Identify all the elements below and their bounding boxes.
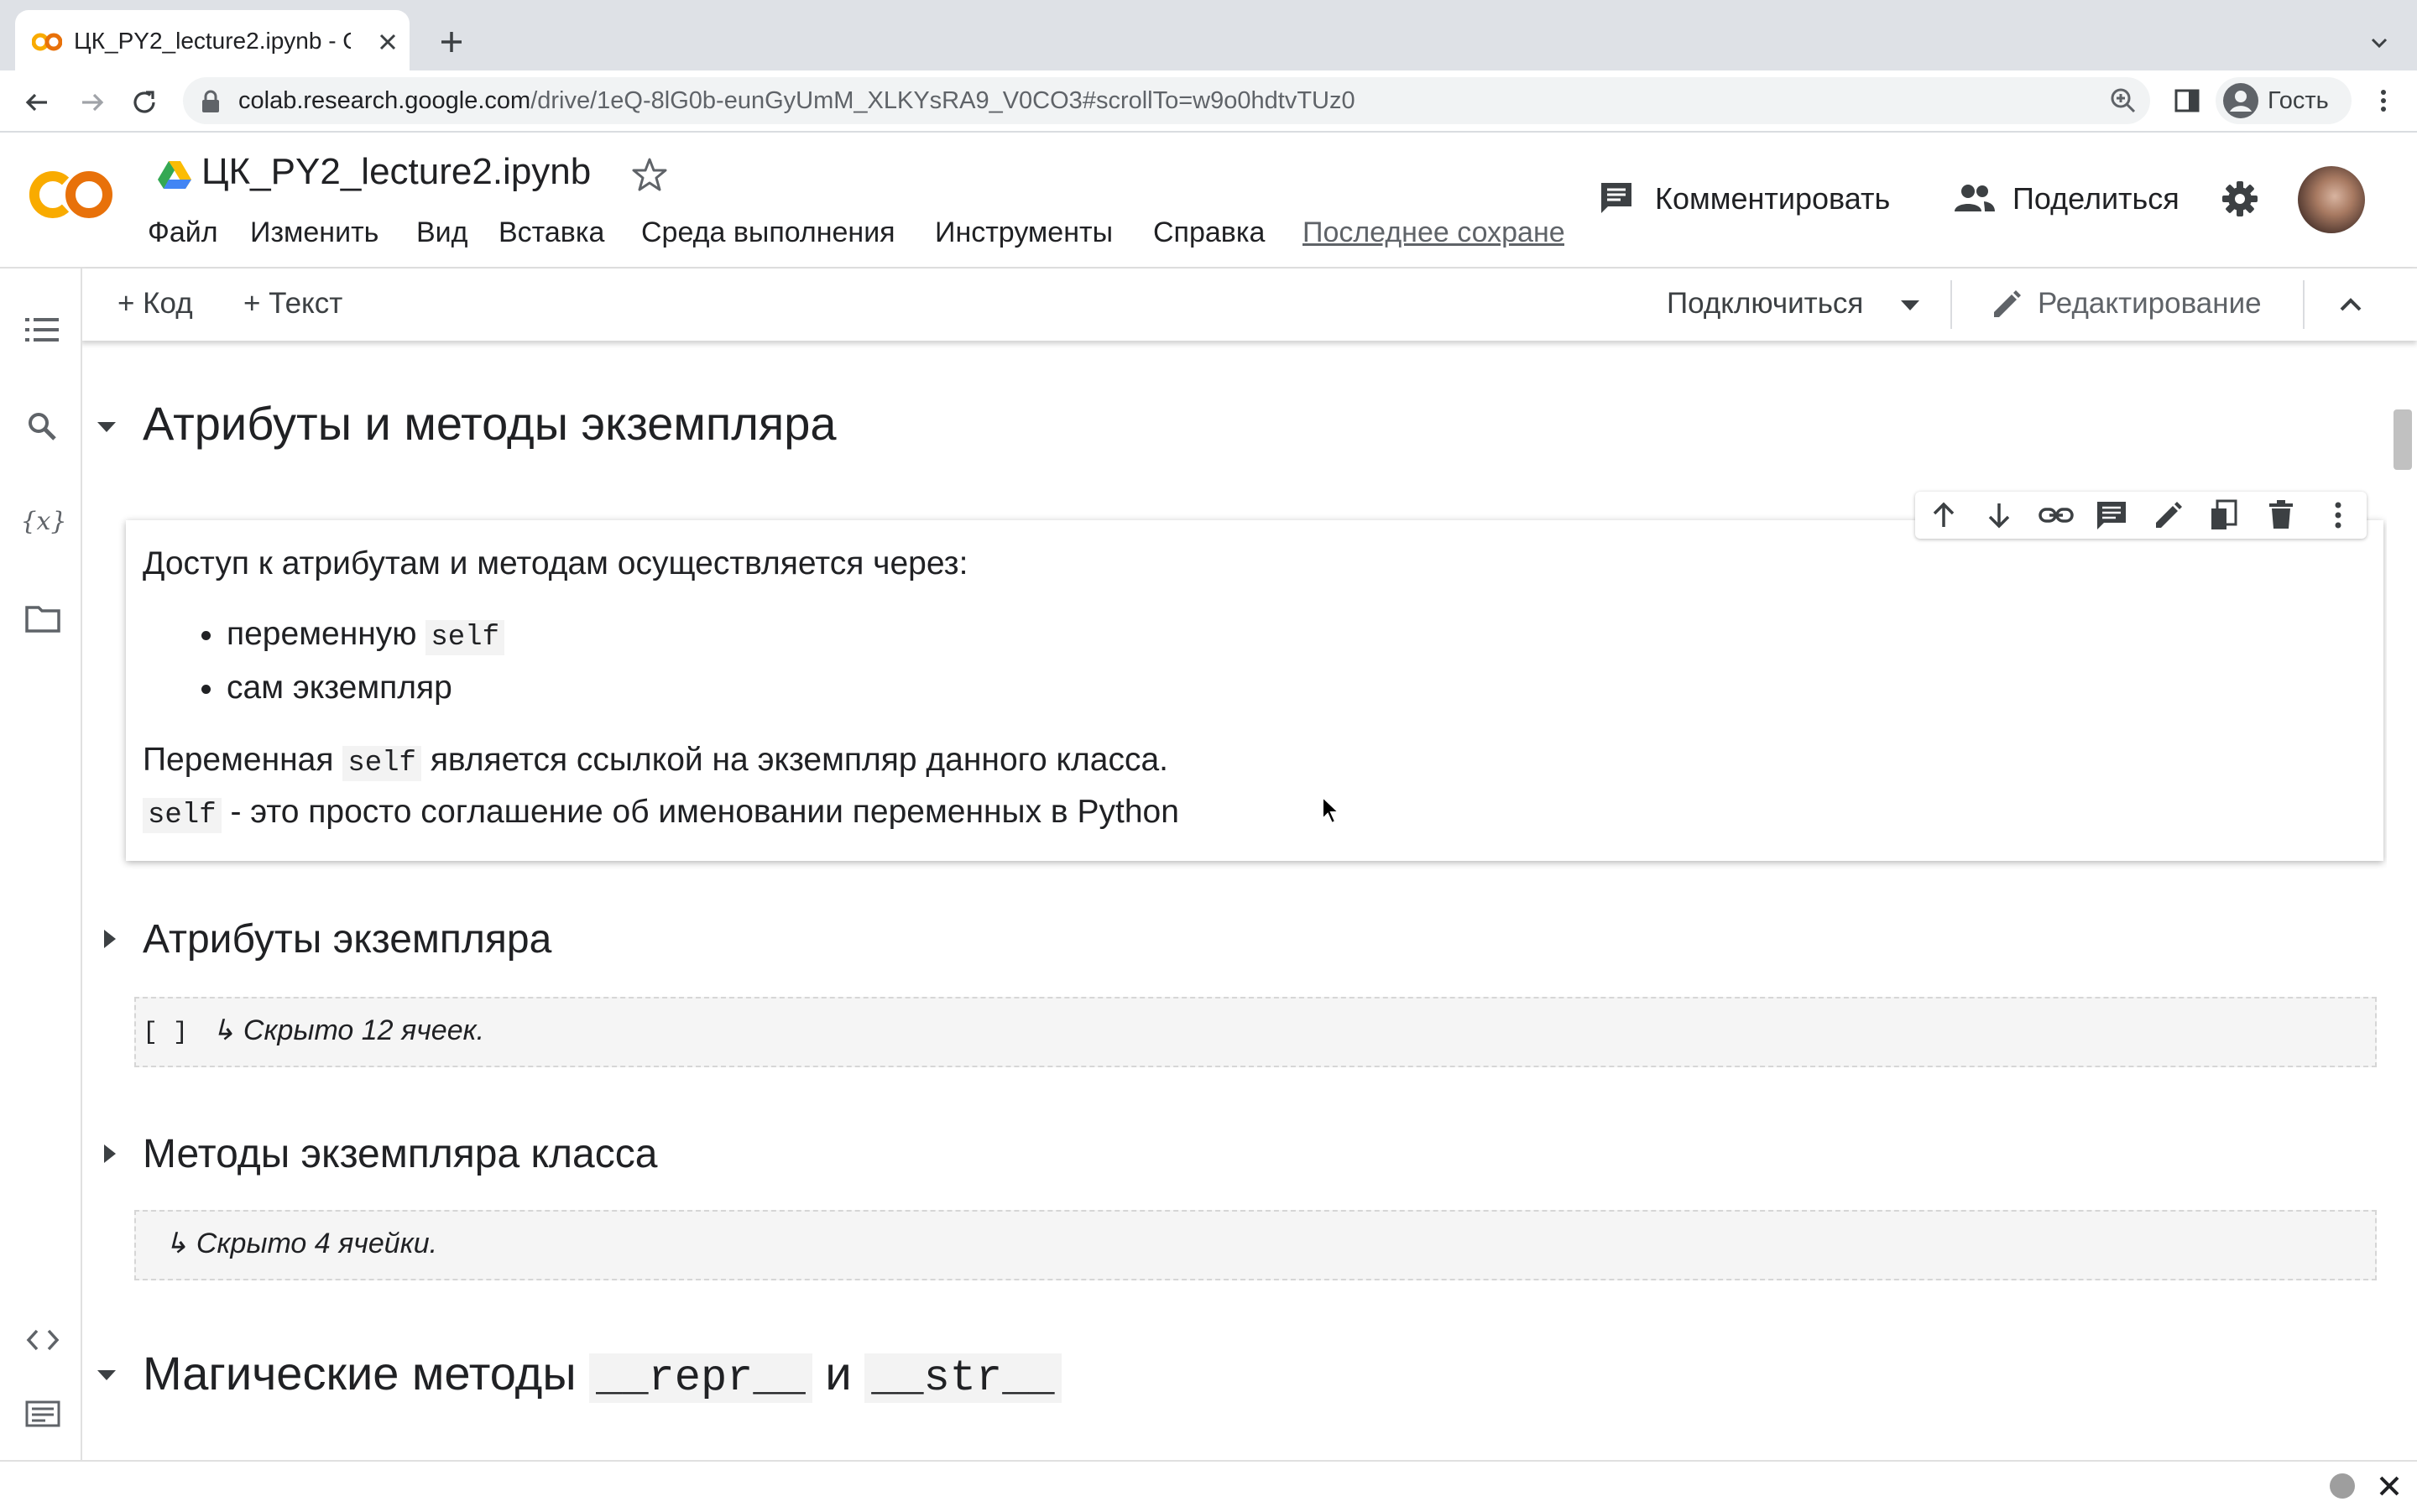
sidepanel-icon[interactable] [2172,86,2202,116]
mirror-cell-icon[interactable] [2207,498,2241,532]
scrollbar-track[interactable] [2387,352,2417,1460]
menu-file[interactable]: Файл [148,216,218,249]
paragraph-text: - это просто соглашение об именовании пе… [230,794,1179,830]
menu-runtime[interactable]: Среда выполнения [641,216,895,249]
caret-icon[interactable] [99,926,119,952]
menu-tools[interactable]: Инструменты [935,216,1113,249]
profile-label: Гость [2268,87,2329,114]
share-button[interactable]: Поделиться [2012,181,2179,216]
menu-help[interactable]: Справка [1153,216,1265,249]
section-heading: Магические методы __repr__ и __str__ [143,1346,1062,1403]
editing-mode-button[interactable]: Редактирование [2038,287,2262,321]
bullet-dot [201,631,211,640]
delete-icon[interactable] [2264,498,2298,532]
reload-icon[interactable] [128,86,161,119]
hidden-cells-block[interactable] [134,1210,2377,1280]
pencil-icon[interactable] [1989,287,2024,322]
paragraph-text: является ссылкой на экземпляр данного кл… [430,742,1169,778]
inline-code: self [425,620,504,655]
caret-icon[interactable] [99,1141,119,1166]
run-cell-brackets[interactable]: [ ] [143,1019,188,1047]
back-icon[interactable] [20,86,54,119]
toc-icon[interactable] [25,315,59,344]
profile-icon [2222,82,2259,119]
menu-insert[interactable]: Вставка [499,216,604,249]
inline-code: self [143,798,222,833]
left-sidebar [0,269,82,1460]
hidden-cells-label[interactable]: ↳ Скрыто 12 ячеек. [211,1014,484,1047]
link-icon[interactable] [2038,498,2075,532]
colab-favicon [32,30,62,54]
paragraph: self - это просто соглашение об именован… [143,794,1179,833]
more-icon[interactable] [2368,86,2399,116]
people-icon[interactable] [1954,183,1996,213]
hidden-cells-label[interactable]: ↳ Скрыто 4 ячейки. [164,1227,437,1260]
tab-title: ЦК_PY2_lecture2.ipynb - Cola [74,28,351,54]
section-heading: Атрибуты и методы экземпляра [143,397,837,450]
heading-text: и [825,1347,852,1400]
menu-view[interactable]: Вид [416,216,468,249]
toolbar-divider [2303,280,2305,329]
mouse-cursor [1321,795,1341,826]
paragraph: Переменная self является ссылкой на экзе… [143,742,1169,781]
url-host: colab.research.google.com [238,87,531,114]
add-text-button[interactable]: + Текст [243,287,342,321]
url-text[interactable]: colab.research.google.com/drive/1eQ-8lG0… [238,87,1355,115]
add-code-button[interactable]: + Код [117,287,193,321]
subsection-heading: Методы экземпляра класса [143,1132,658,1176]
close-icon[interactable] [374,29,401,55]
inline-code: __str__ [864,1353,1062,1403]
close-icon[interactable] [2375,1472,2404,1500]
folder-icon[interactable] [25,604,60,633]
menu-edit[interactable]: Изменить [250,216,378,249]
lock-icon[interactable] [200,89,222,114]
heading-text: Магические методы [143,1347,577,1400]
connect-button[interactable]: Подключиться [1667,287,1863,321]
svg-text:{x}: {x} [23,507,64,536]
new-tab-icon[interactable] [436,27,467,57]
star-icon[interactable] [631,156,668,193]
comment-icon[interactable] [1598,180,1635,216]
arrow-up-icon[interactable] [1927,498,1960,532]
forward-icon[interactable] [76,86,109,119]
toolbar-divider [1950,280,1952,329]
arrow-down-icon[interactable] [1982,498,2016,532]
list-item: переменную self [227,616,504,655]
status-bar [0,1460,2417,1512]
chevron-down-icon[interactable] [2367,30,2392,55]
search-icon[interactable] [25,409,59,443]
list-item: сам экземпляр [227,670,452,706]
inline-code: __repr__ [589,1353,812,1403]
caret-icon[interactable] [94,414,119,440]
bullet-dot [201,685,211,694]
drive-icon[interactable] [158,159,191,190]
gear-icon[interactable] [2221,180,2259,218]
terminal-icon[interactable] [25,1400,60,1428]
variables-icon[interactable]: {x} [23,502,64,540]
url-path: /drive/1eQ-8lG0b-eunGyUmM_XLKYsRA9_V0CO3… [530,87,1355,114]
inline-code: self [342,746,421,781]
subsection-heading: Атрибуты экземпляра [143,917,552,962]
more-icon[interactable] [2321,498,2355,532]
colab-logo[interactable] [29,166,119,223]
comment-button[interactable]: Комментировать [1655,181,1890,216]
connect-dropdown-icon[interactable] [1898,297,1922,314]
bullet-text: переменную [227,616,417,652]
last-saved-link[interactable]: Последнее сохране [1302,216,1564,249]
avatar[interactable] [2298,166,2365,233]
notebook-title[interactable]: ЦК_PY2_lecture2.ipynb [201,151,591,193]
scrollbar-thumb[interactable] [2394,409,2412,470]
pencil-icon[interactable] [2152,498,2185,532]
zoom-icon[interactable] [2108,86,2138,116]
comment-icon[interactable] [2095,498,2128,532]
code-snippets-icon[interactable] [25,1326,60,1354]
paragraph-text: Переменная [143,742,334,778]
caret-icon[interactable] [94,1363,119,1388]
status-indicator [2330,1473,2355,1499]
collapse-icon[interactable] [2335,289,2367,321]
cell-intro-text: Доступ к атрибутам и методам осуществляе… [143,545,968,581]
